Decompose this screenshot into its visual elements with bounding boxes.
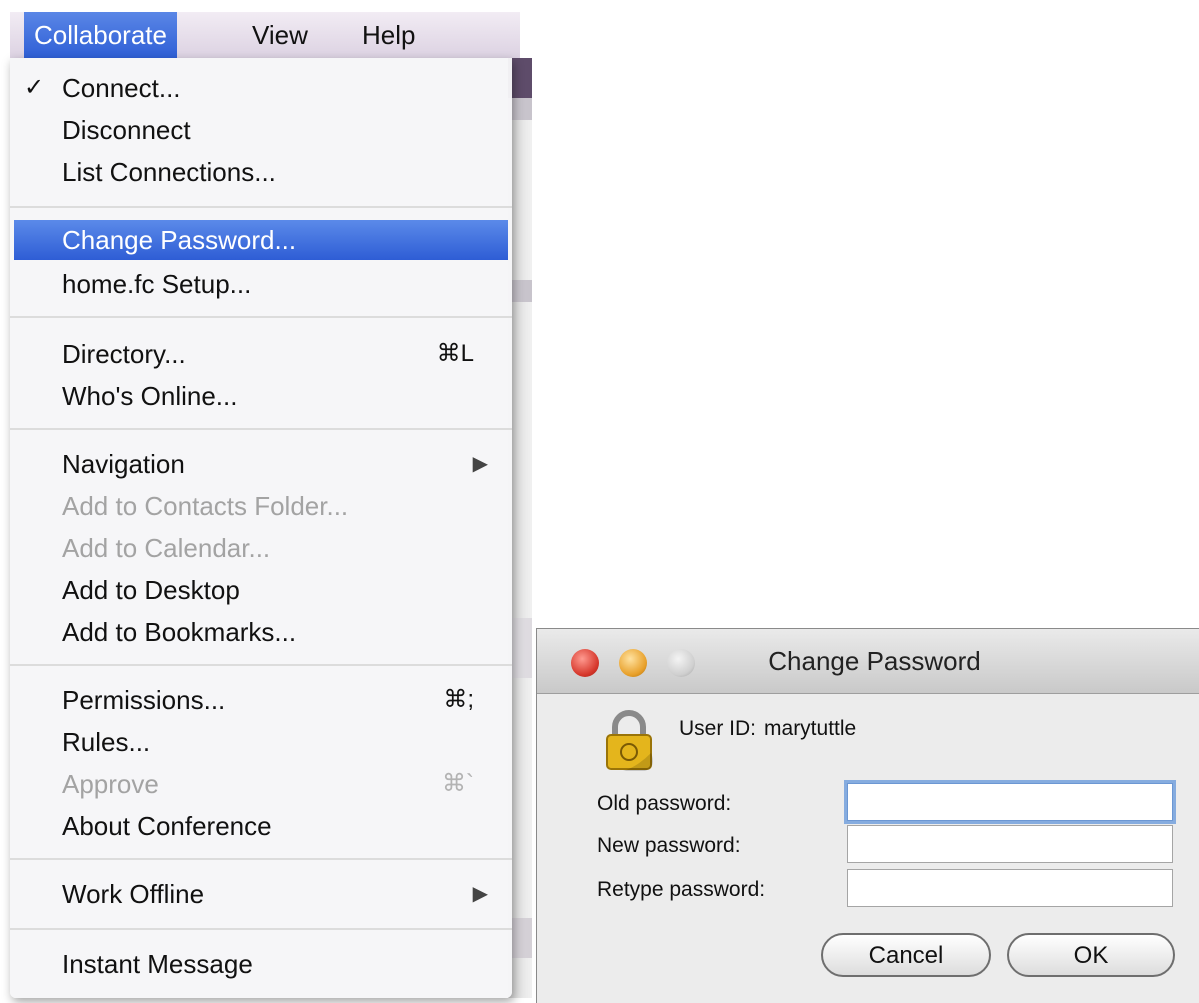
menu-item-label: Add to Desktop [62, 575, 240, 605]
menu-item-add-to-desktop[interactable]: Add to Desktop [10, 570, 512, 610]
menu-item-add-to-calendar: Add to Calendar... [10, 528, 512, 568]
menu-item-list-connections[interactable]: List Connections... [10, 152, 512, 192]
menu-item-work-offline[interactable]: Work Offline ▶ [10, 874, 512, 914]
dialog-titlebar[interactable]: Change Password [537, 629, 1199, 694]
menu-bar: Collaborate View Help [10, 12, 520, 58]
menu-item-label: Permissions... [62, 685, 226, 715]
lock-icon [606, 710, 653, 771]
menu-help[interactable]: Help [352, 12, 425, 58]
menu-item-label: Add to Calendar... [62, 533, 271, 563]
user-id-value: marytuttle [764, 717, 857, 740]
menu-item-about-conference[interactable]: About Conference [10, 806, 512, 846]
menu-item-label: Connect... [62, 73, 181, 103]
menu-item-label: Rules... [62, 727, 151, 757]
menu-item-label: Disconnect [62, 115, 191, 145]
shortcut-label: ⌘` [442, 770, 474, 797]
submenu-arrow-icon: ▶ [472, 883, 488, 905]
menu-item-navigation[interactable]: Navigation ▶ [10, 444, 512, 484]
menu-item-label: Work Offline [62, 879, 205, 909]
new-password-label: New password: [597, 834, 741, 857]
menu-item-label: home.fc Setup... [62, 269, 252, 299]
submenu-arrow-icon: ▶ [472, 453, 488, 475]
menu-item-label: Add to Contacts Folder... [62, 491, 349, 521]
shortcut-label: ⌘L [436, 340, 474, 367]
shortcut-label: ⌘; [443, 686, 474, 713]
menu-separator [10, 206, 512, 208]
menu-separator [10, 316, 512, 318]
menu-item-add-to-bookmarks[interactable]: Add to Bookmarks... [10, 612, 512, 652]
menu-item-permissions[interactable]: Permissions... ⌘; [10, 680, 512, 720]
user-id-text: User ID: marytuttle [679, 717, 856, 741]
menu-item-whos-online[interactable]: Who's Online... [10, 376, 512, 416]
menu-item-change-password[interactable]: Change Password... [14, 220, 508, 260]
menu-separator [10, 428, 512, 430]
menu-item-home-fc-setup[interactable]: home.fc Setup... [10, 264, 512, 304]
menu-item-approve: Approve ⌘` [10, 764, 512, 804]
menu-item-label: Directory... [62, 339, 186, 369]
menu-item-label: Instant Message [62, 949, 253, 979]
menu-item-label: About Conference [62, 811, 272, 841]
menu-item-label: Who's Online... [62, 381, 238, 411]
collaborate-dropdown-menu: ✓ Connect... Disconnect List Connections… [10, 58, 512, 998]
new-password-field[interactable] [847, 825, 1173, 863]
change-password-dialog: Change Password User ID: marytuttle Old p… [536, 628, 1199, 1003]
menu-item-label: Change Password... [62, 225, 297, 255]
menu-item-add-to-contacts-folder: Add to Contacts Folder... [10, 486, 512, 526]
menu-item-rules[interactable]: Rules... [10, 722, 512, 762]
ok-button[interactable]: OK [1007, 933, 1175, 977]
retype-password-label: Retype password: [597, 878, 766, 901]
menu-item-disconnect[interactable]: Disconnect [10, 110, 512, 150]
menu-item-label: Approve [62, 769, 159, 799]
menu-separator [10, 664, 512, 666]
dialog-title: Change Password [768, 646, 981, 676]
menu-collaborate[interactable]: Collaborate [24, 12, 177, 58]
menu-separator [10, 928, 512, 930]
retype-password-field[interactable] [847, 869, 1173, 907]
menu-separator [10, 858, 512, 860]
old-password-label: Old password: [597, 792, 732, 815]
menu-item-directory[interactable]: Directory... ⌘L [10, 334, 512, 374]
checkmark-icon: ✓ [24, 74, 45, 101]
menu-item-label: Add to Bookmarks... [62, 617, 297, 647]
menu-item-connect[interactable]: ✓ Connect... [10, 68, 512, 108]
menu-view[interactable]: View [242, 12, 318, 58]
menu-item-label: List Connections... [62, 157, 276, 187]
cancel-button[interactable]: Cancel [821, 933, 991, 977]
menu-item-label: Navigation [62, 449, 185, 479]
old-password-field[interactable] [847, 783, 1173, 821]
user-id-label: User ID: [679, 717, 757, 740]
menu-item-instant-message[interactable]: Instant Message [10, 944, 512, 984]
